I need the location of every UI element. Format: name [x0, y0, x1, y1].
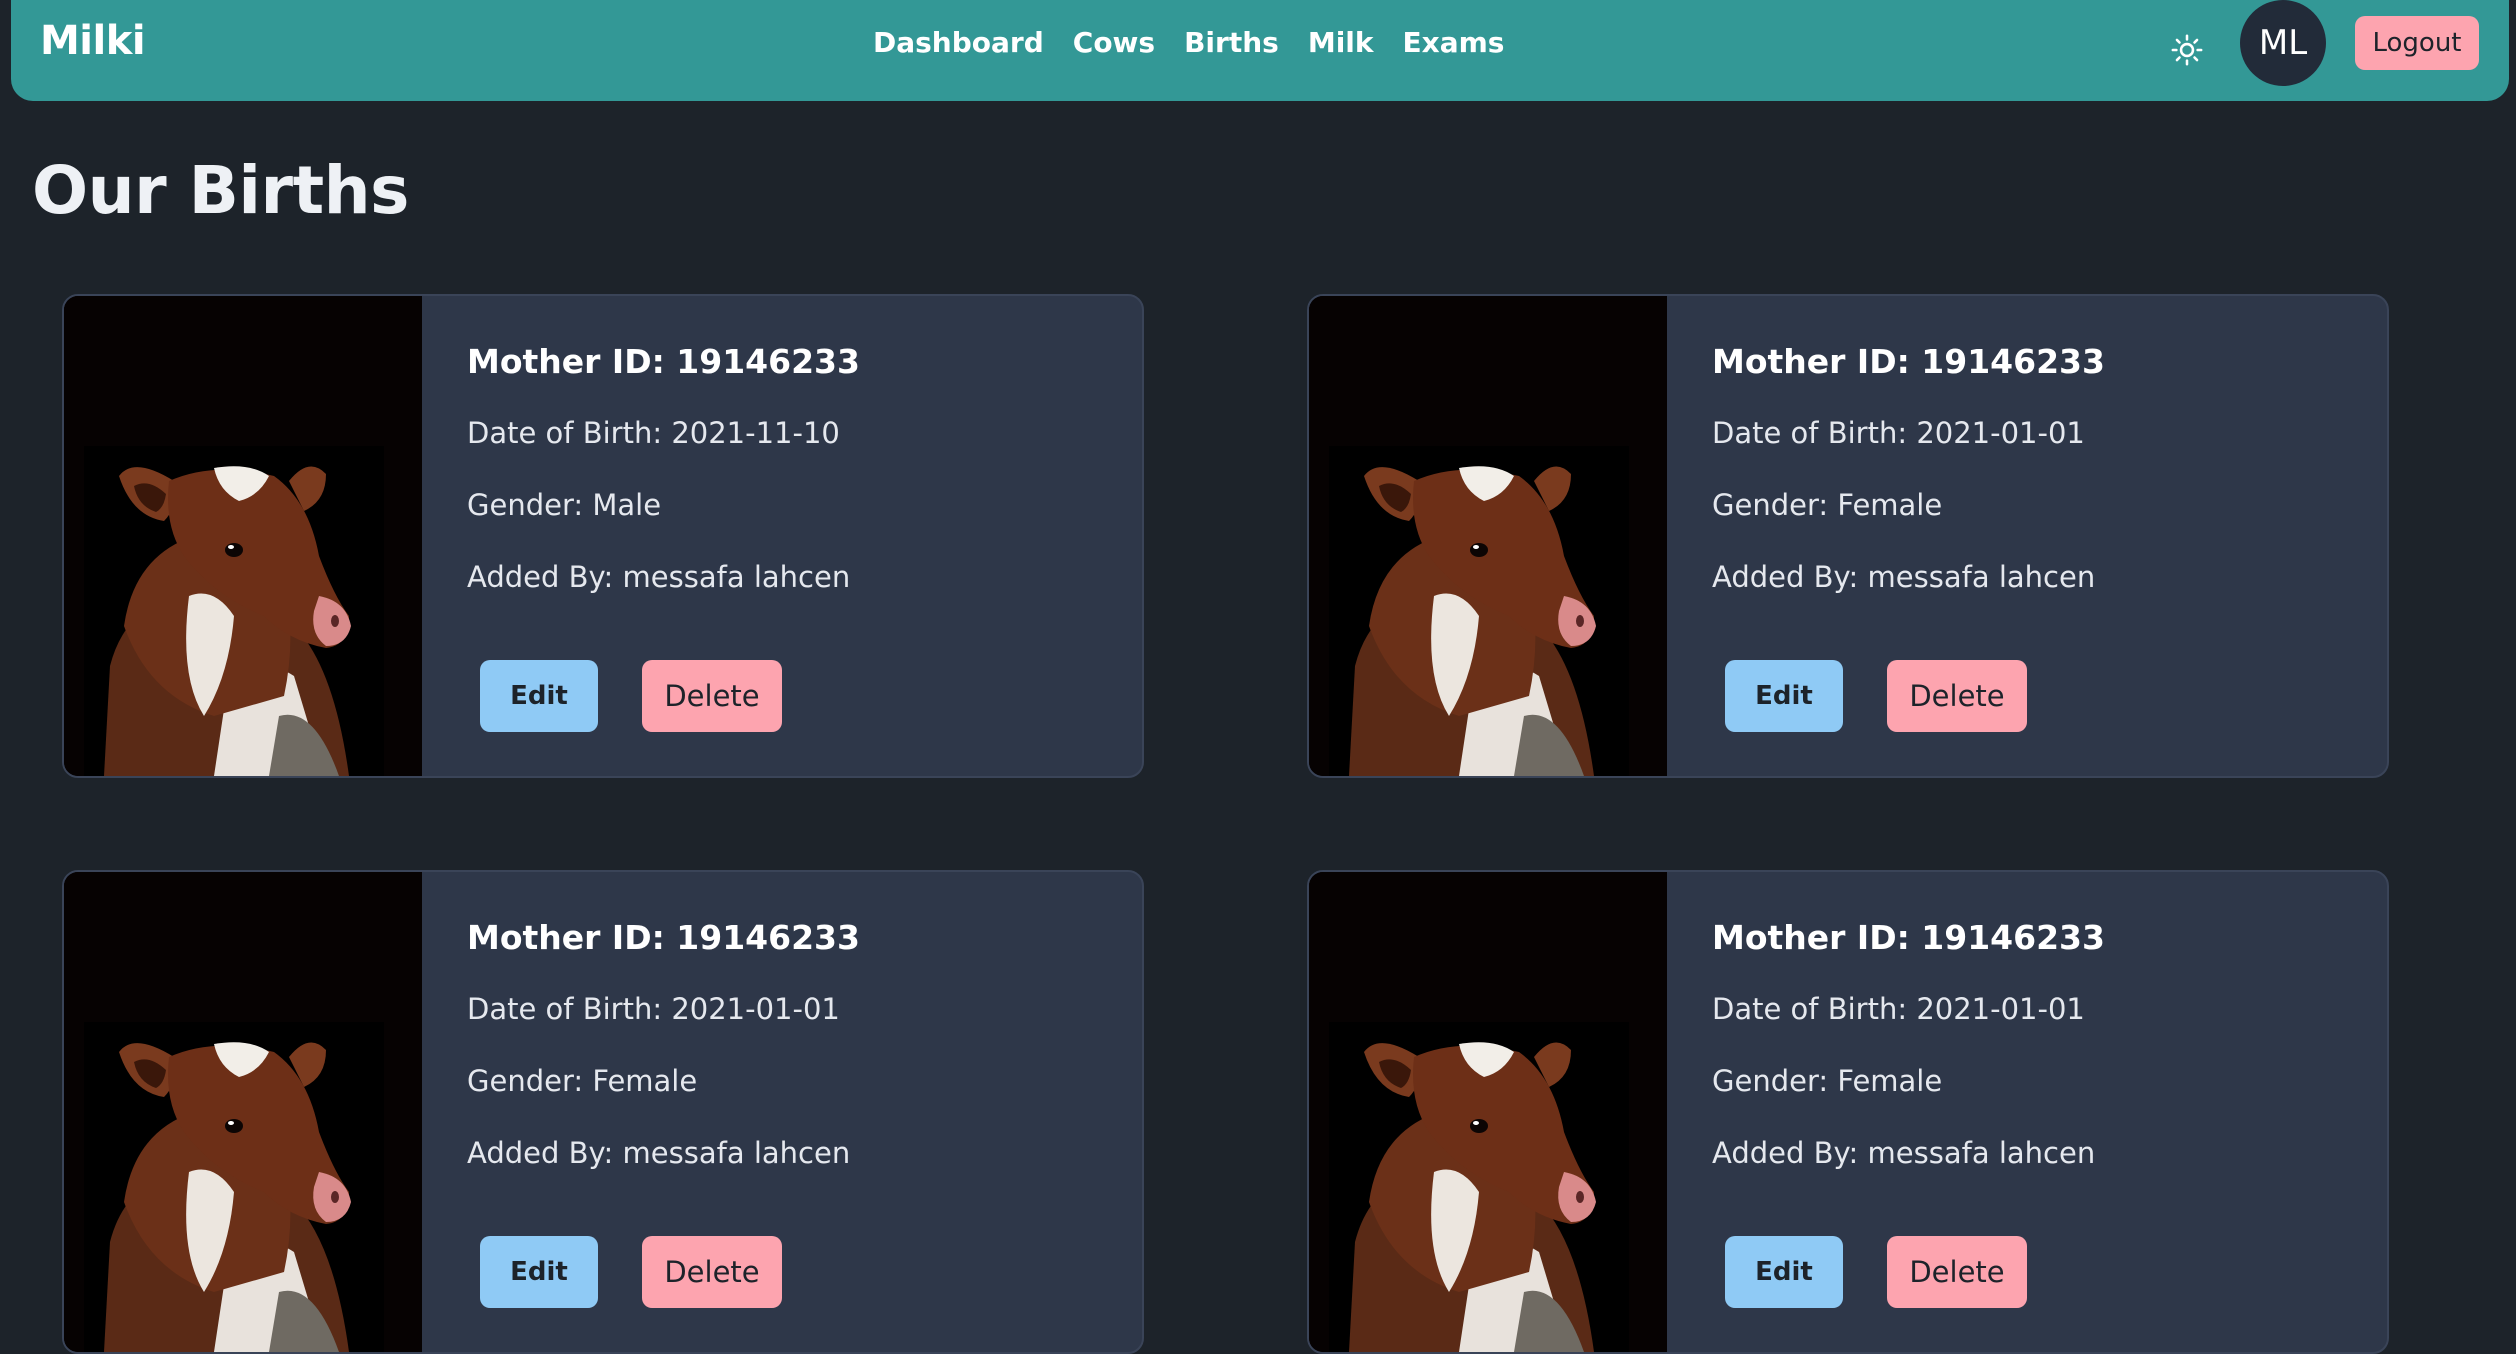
cow-photo: [64, 296, 422, 776]
sun-icon: [2171, 34, 2203, 66]
birth-card: Mother ID: 19146233 Date of Birth: 2021-…: [1307, 870, 2389, 1354]
gender: Gender: Male: [467, 488, 662, 522]
page-title: Our Births: [32, 152, 409, 229]
delete-button[interactable]: Delete: [642, 1236, 782, 1308]
gender: Gender: Female: [1712, 1064, 1943, 1098]
nav-milk[interactable]: Milk: [1308, 26, 1374, 59]
mother-id: Mother ID: 19146233: [467, 342, 860, 381]
mother-id: Mother ID: 19146233: [1712, 342, 2105, 381]
user-avatar[interactable]: ML: [2240, 0, 2326, 86]
date-of-birth: Date of Birth: 2021-11-10: [467, 416, 840, 450]
added-by: Added By: messafa lahcen: [1712, 1136, 2096, 1170]
added-by: Added By: messafa lahcen: [467, 1136, 851, 1170]
main-nav: Dashboard Cows Births Milk Exams: [873, 26, 1504, 59]
mother-id: Mother ID: 19146233: [467, 918, 860, 957]
cow-photo: [1309, 872, 1667, 1352]
theme-toggle-button[interactable]: [2161, 24, 2213, 76]
nav-exams[interactable]: Exams: [1403, 26, 1505, 59]
nav-cows[interactable]: Cows: [1073, 26, 1155, 59]
date-of-birth: Date of Birth: 2021-01-01: [1712, 416, 2085, 450]
birth-card: Mother ID: 19146233 Date of Birth: 2021-…: [1307, 294, 2389, 778]
edit-button[interactable]: Edit: [480, 1236, 598, 1308]
cow-photo: [1309, 296, 1667, 776]
added-by: Added By: messafa lahcen: [467, 560, 851, 594]
brand-logo[interactable]: Milki: [40, 18, 146, 64]
date-of-birth: Date of Birth: 2021-01-01: [467, 992, 840, 1026]
cow-photo: [64, 872, 422, 1352]
delete-button[interactable]: Delete: [1887, 660, 2027, 732]
gender: Gender: Female: [1712, 488, 1943, 522]
date-of-birth: Date of Birth: 2021-01-01: [1712, 992, 2085, 1026]
edit-button[interactable]: Edit: [480, 660, 598, 732]
logout-button[interactable]: Logout: [2355, 16, 2479, 70]
delete-button[interactable]: Delete: [1887, 1236, 2027, 1308]
added-by: Added By: messafa lahcen: [1712, 560, 2096, 594]
top-navbar: Milki Dashboard Cows Births Milk Exams M…: [11, 0, 2509, 101]
gender: Gender: Female: [467, 1064, 698, 1098]
edit-button[interactable]: Edit: [1725, 1236, 1843, 1308]
delete-button[interactable]: Delete: [642, 660, 782, 732]
nav-births[interactable]: Births: [1184, 26, 1279, 59]
nav-dashboard[interactable]: Dashboard: [873, 26, 1044, 59]
birth-card: Mother ID: 19146233 Date of Birth: 2021-…: [62, 294, 1144, 778]
birth-card: Mother ID: 19146233 Date of Birth: 2021-…: [62, 870, 1144, 1354]
mother-id: Mother ID: 19146233: [1712, 918, 2105, 957]
edit-button[interactable]: Edit: [1725, 660, 1843, 732]
